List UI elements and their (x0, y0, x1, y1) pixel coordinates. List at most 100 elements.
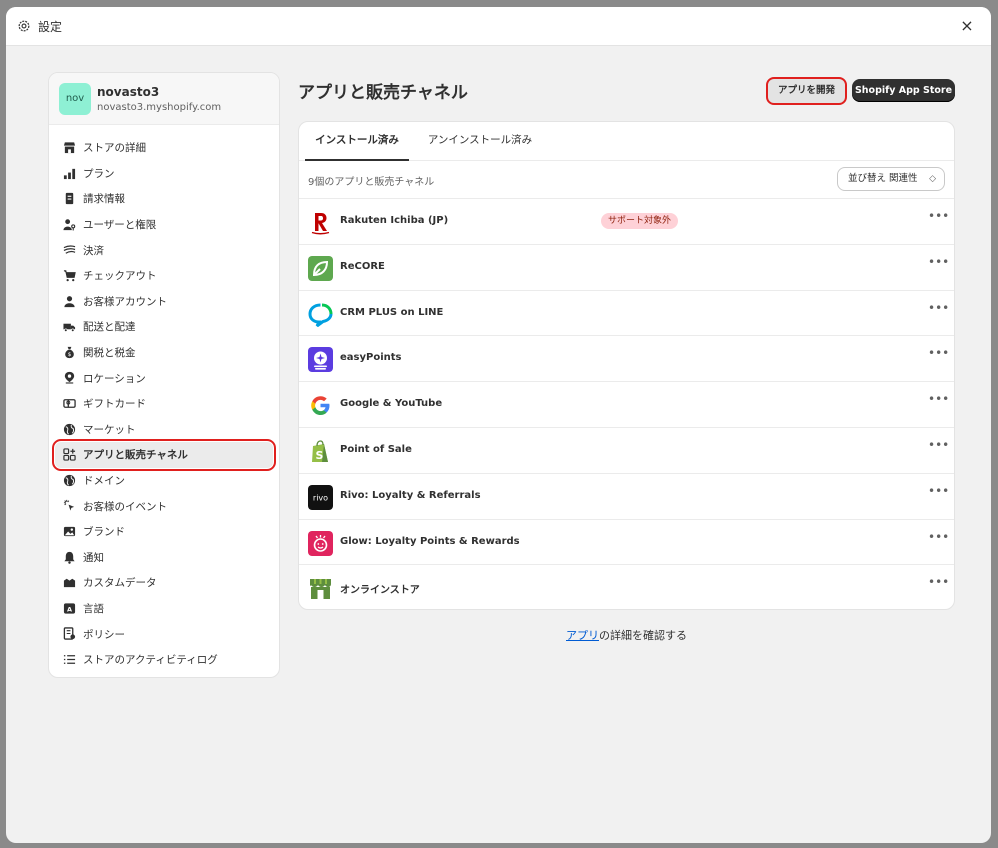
app-row[interactable]: Google & YouTube ••• (299, 382, 954, 428)
gear-icon (18, 20, 30, 32)
more-actions-icon[interactable]: ••• (928, 255, 949, 271)
close-icon[interactable]: × (957, 16, 977, 36)
google-icon (308, 393, 333, 419)
sidebar-item-domains[interactable]: ドメイン (55, 468, 273, 494)
app-row[interactable]: オンラインストア ••• (299, 565, 954, 609)
sidebar-item-label: ブランド (83, 526, 125, 539)
sidebar-item-languages[interactable]: A 言語 (55, 596, 273, 622)
sidebar-item-label: ポリシー (83, 628, 125, 641)
more-actions-icon[interactable]: ••• (928, 484, 949, 500)
sidebar-item-label: 言語 (83, 602, 104, 615)
globe-icon (63, 474, 76, 486)
shopify-pos-icon: S (308, 438, 333, 464)
tab-installed[interactable]: インストール済み (305, 122, 409, 161)
sidebar-item-markets[interactable]: マーケット (55, 417, 273, 443)
more-actions-icon[interactable]: ••• (928, 301, 949, 317)
store-icon (63, 142, 76, 154)
app-row[interactable]: Rakuten Ichiba (JP) サポート対象外 ••• (299, 199, 954, 245)
sidebar-item-users[interactable]: ユーザーと権限 (55, 212, 273, 238)
sidebar-item-label: ロケーション (83, 372, 146, 385)
more-actions-icon[interactable]: ••• (928, 575, 949, 591)
app-row[interactable]: CRM PLUS on LINE ••• (299, 291, 954, 337)
svg-text:$: $ (68, 352, 72, 358)
sidebar-item-gift-cards[interactable]: ギフトカード (55, 391, 273, 417)
sidebar-item-activity-log[interactable]: ストアのアクティビティログ (55, 647, 273, 673)
page-title: アプリと販売チャネル (298, 83, 468, 103)
title-bar: 設定 × (6, 7, 991, 46)
list-icon (63, 655, 76, 664)
app-name: オンラインストア (340, 585, 420, 597)
sidebar-item-shipping[interactable]: 配送と配達 (55, 314, 273, 340)
app-row[interactable]: Glow: Loyalty Points & Rewards ••• (299, 520, 954, 566)
sidebar-item-custom-data[interactable]: カスタムデータ (55, 570, 273, 596)
rakuten-icon (308, 210, 333, 235)
settings-window: 設定 × nov novasto3 novasto3.myshopify.com… (6, 7, 991, 843)
filter-bar: 9個のアプリと販売チャネル 並び替え 関連性 ◇ (299, 161, 954, 199)
sidebar-item-label: ユーザーと権限 (83, 219, 157, 232)
app-name: easyPoints (340, 352, 402, 364)
sidebar-item-label: お客様アカウント (83, 295, 167, 308)
custom-data-icon (63, 578, 76, 588)
sidebar-item-label: ストアの詳細 (83, 142, 146, 155)
app-row[interactable]: ReCORE ••• (299, 245, 954, 291)
store-name: novasto3 (97, 85, 160, 99)
sidebar-item-label: 関税と税金 (83, 347, 136, 360)
sidebar-item-payments[interactable]: 決済 (55, 237, 273, 263)
apps-icon (63, 448, 76, 461)
app-row[interactable]: rivo Rivo: Loyalty & Referrals ••• (299, 474, 954, 520)
sidebar-item-label: プラン (83, 167, 115, 180)
app-row[interactable]: S Point of Sale ••• (299, 428, 954, 474)
sort-button[interactable]: 並び替え 関連性 ◇ (837, 167, 945, 191)
sidebar-item-policies[interactable]: ポリシー (55, 621, 273, 647)
chevron-up-down-icon: ◇ (929, 174, 936, 184)
app-name: ReCORE (340, 260, 385, 272)
sidebar-item-apps[interactable]: アプリと販売チャネル (52, 439, 276, 471)
sidebar-item-billing[interactable]: 請求情報 (55, 186, 273, 212)
gift-card-icon (63, 399, 76, 408)
apps-learn-more-link[interactable]: アプリ (566, 629, 599, 642)
sidebar-item-label: マーケット (83, 423, 136, 436)
svg-text:rivo: rivo (313, 493, 328, 502)
svg-text:S: S (316, 449, 324, 462)
sidebar-item-label: チェックアウト (83, 270, 157, 283)
tab-bar: インストール済み アンインストール済み (299, 122, 954, 161)
sidebar-item-checkout[interactable]: チェックアウト (55, 263, 273, 289)
store-header[interactable]: nov novasto3 novasto3.myshopify.com (49, 73, 279, 125)
sidebar-item-notifications[interactable]: 通知 (55, 545, 273, 571)
sidebar-item-store-details[interactable]: ストアの詳細 (55, 135, 273, 161)
cart-icon (63, 270, 76, 282)
brand-image-icon (63, 526, 76, 537)
sidebar-item-plan[interactable]: プラン (55, 161, 273, 187)
sidebar-item-locations[interactable]: ロケーション (55, 365, 273, 391)
shopify-app-store-button[interactable]: Shopify App Store (852, 79, 955, 102)
learn-more-note: アプリの詳細を確認する (298, 627, 955, 643)
sidebar-item-customer-accounts[interactable]: お客様アカウント (55, 289, 273, 315)
cursor-click-icon (63, 500, 75, 511)
apps-count: 9個のアプリと販売チャネル (308, 177, 435, 188)
learn-more-text: の詳細を確認する (599, 629, 687, 642)
more-actions-icon[interactable]: ••• (928, 392, 949, 408)
app-row[interactable]: easyPoints ••• (299, 336, 954, 383)
sidebar-item-taxes[interactable]: $ 関税と税金 (55, 340, 273, 366)
more-actions-icon[interactable]: ••• (928, 346, 949, 362)
develop-apps-button[interactable]: アプリを開発 (766, 77, 847, 105)
sidebar-item-label: カスタムデータ (83, 577, 157, 590)
receipt-icon (65, 193, 74, 205)
more-actions-icon[interactable]: ••• (928, 530, 949, 546)
sidebar-item-label: 通知 (83, 551, 104, 564)
globe-icon (63, 423, 76, 435)
rivo-icon: rivo (308, 484, 333, 510)
location-pin-icon (64, 372, 75, 384)
app-name: Google & YouTube (340, 398, 443, 410)
more-actions-icon[interactable]: ••• (928, 438, 949, 454)
sidebar-item-label: 配送と配達 (83, 321, 136, 334)
app-name: Rakuten Ichiba (JP) (340, 215, 449, 226)
tab-uninstalled[interactable]: アンインストール済み (415, 122, 545, 161)
app-name: Rivo: Loyalty & Referrals (340, 489, 481, 501)
more-actions-icon[interactable]: ••• (928, 209, 949, 225)
sidebar-item-customer-events[interactable]: お客様のイベント (55, 493, 273, 519)
online-store-icon (308, 576, 333, 602)
bell-icon (64, 551, 75, 564)
sidebar-item-brand[interactable]: ブランド (55, 519, 273, 545)
settings-sidebar: nov novasto3 novasto3.myshopify.com ストアの… (48, 72, 280, 678)
